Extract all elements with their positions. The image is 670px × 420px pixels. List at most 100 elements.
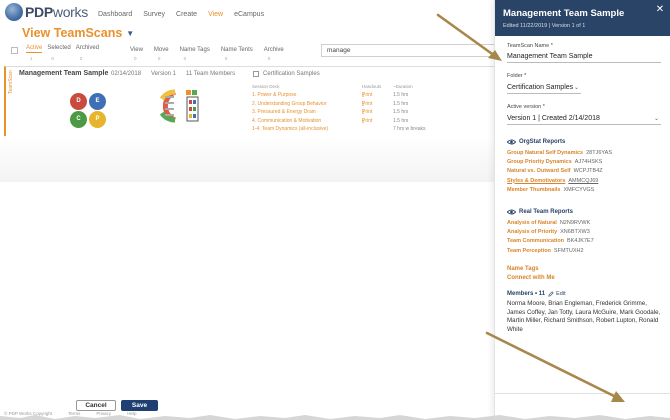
- session-row: 1-4. Team Dynamics (all-inclusive) 7 hrs…: [252, 126, 492, 135]
- members-list: Norma Moore, Brian Engleman, Frederick G…: [507, 300, 661, 333]
- certification-label: Certification Samples: [263, 71, 320, 77]
- eye-icon[interactable]: [507, 139, 516, 145]
- pencil-icon[interactable]: [548, 291, 554, 297]
- tab-selected[interactable]: Selected 0: [47, 45, 70, 61]
- card-title[interactable]: Management Team Sample: [19, 70, 108, 77]
- edit-teamscan-panel: Management Team Sample Edited 11/22/2019…: [494, 0, 670, 420]
- name-tags-link[interactable]: Name Tags: [507, 266, 539, 272]
- report-code: AMMCQJ69: [568, 177, 599, 184]
- top-bar: PDPworks Dashboard Survey Create View eC…: [0, 0, 494, 24]
- session-header: Session Deck Handouts ~Duration: [252, 84, 492, 92]
- nav-view[interactable]: View: [208, 11, 223, 18]
- orgstat-title: OrgStat Reports: [519, 139, 566, 145]
- active-version-value: Version 1 | Created 2/14/2018: [507, 115, 600, 122]
- action-view-label: View: [130, 47, 143, 53]
- action-view-count: 0: [134, 56, 137, 61]
- panel-header: Management Team Sample Edited 11/22/2019…: [495, 0, 670, 36]
- eye-icon[interactable]: [507, 209, 516, 215]
- download-icon: ⤓: [362, 109, 365, 115]
- report-link[interactable]: Styles & Demotivators: [507, 178, 565, 184]
- stacked-bars-icon[interactable]: [185, 88, 201, 124]
- logo-text: PDPworks: [25, 4, 88, 20]
- select-all-checkbox[interactable]: [11, 47, 18, 54]
- report-code: WCPJTB4Z: [573, 168, 603, 175]
- report-item: Member Thumbnails XMFCYVGS: [507, 187, 667, 196]
- save-button[interactable]: Save: [121, 400, 158, 411]
- report-code: BK4JK7E7: [567, 238, 594, 245]
- certification-checkbox[interactable]: [253, 71, 259, 77]
- action-move-label: Move: [153, 47, 169, 53]
- action-name-tags-label: Name Tags: [179, 47, 210, 53]
- action-archive[interactable]: Archive 0: [264, 47, 284, 61]
- teamscan-name-field[interactable]: Management Team Sample: [507, 52, 661, 63]
- torn-edge-decoration: [0, 415, 670, 420]
- session-duration: 1.5 hrs: [393, 100, 409, 107]
- report-item: Analysis of Natural N2N9RVWK: [507, 220, 667, 229]
- logo-brand: PDP: [25, 4, 53, 20]
- members-header: Members • 11 Edit: [507, 291, 566, 297]
- session-duration: 7 hrs w breaks: [393, 126, 426, 132]
- session-link[interactable]: 2. Understanding Group Behavior: [252, 101, 327, 107]
- session-duration: 1.5 hrs: [393, 117, 409, 124]
- tab-active[interactable]: Active 1: [26, 45, 43, 61]
- report-link[interactable]: Group Natural Self Dynamics: [507, 150, 583, 156]
- page-title-dropdown[interactable]: View TeamScans ▼: [22, 26, 134, 40]
- ohi-quadrant-graphic[interactable]: D E C P: [68, 91, 110, 131]
- connect-with-me-link[interactable]: Connect with Me: [507, 275, 555, 281]
- report-link[interactable]: Member Thumbnails: [507, 187, 560, 193]
- logo-globe-icon: [5, 3, 23, 21]
- close-icon[interactable]: ✕: [655, 5, 665, 15]
- report-link[interactable]: Team Communication: [507, 238, 564, 244]
- action-name-tents-count: 0: [224, 56, 228, 61]
- report-link[interactable]: Analysis of Priority: [507, 229, 557, 235]
- tab-active-label: Active: [26, 45, 43, 51]
- action-name-tents-label: Name Tents: [220, 47, 253, 53]
- report-link[interactable]: Analysis of Natural: [507, 220, 557, 226]
- logo-suffix: works: [52, 4, 88, 20]
- nav-dashboard[interactable]: Dashboard: [98, 11, 132, 18]
- real-team-section-header: Real Team Reports: [507, 209, 573, 215]
- action-name-tents[interactable]: Name Tents 0: [220, 47, 253, 61]
- action-name-tags[interactable]: Name Tags 0: [179, 47, 210, 61]
- active-version-label: Active version *: [507, 104, 545, 110]
- report-link[interactable]: Team Perception: [507, 248, 551, 254]
- report-link[interactable]: Group Priority Dynamics: [507, 159, 572, 165]
- ohi-p: P: [89, 111, 106, 128]
- report-code: 28TJ6YAS: [586, 150, 612, 156]
- session-link[interactable]: 1-4. Team Dynamics (all-inclusive): [252, 126, 328, 132]
- cancel-button[interactable]: Cancel: [76, 400, 116, 411]
- action-archive-count: 0: [267, 56, 271, 61]
- action-move-count: 0: [157, 56, 161, 61]
- caret-down-icon: ▼: [126, 28, 135, 38]
- session-row: 1. Power & Purpose Print ⤓ 1.5 hrs: [252, 92, 492, 101]
- tab-selected-count: 0: [51, 56, 54, 61]
- nav-ecampus[interactable]: eCampus: [234, 11, 264, 18]
- pdpworks-logo[interactable]: PDPworks: [5, 3, 88, 21]
- report-code: XMFCYVGS: [563, 186, 595, 193]
- session-deck-table: Session Deck Handouts ~Duration 1. Power…: [252, 84, 492, 135]
- main-nav: Dashboard Survey Create View eCampus: [98, 11, 275, 18]
- nav-survey[interactable]: Survey: [143, 11, 165, 18]
- donut-chart-icon[interactable]: [155, 88, 181, 124]
- report-item: Team Perception SFMTUXH2: [507, 248, 667, 257]
- session-header-duration: ~Duration: [393, 84, 413, 89]
- panel-subtitle: Edited 11/22/2019 | Version 1 of 1: [503, 23, 586, 29]
- action-view[interactable]: View 0: [130, 47, 143, 61]
- orgstat-section-header: OrgStat Reports: [507, 139, 565, 145]
- session-link[interactable]: 4. Communication & Motivation: [252, 118, 321, 124]
- report-link[interactable]: Natural vs. Outward Self: [507, 168, 571, 174]
- session-link[interactable]: 3. Pressured & Energy Drain: [252, 109, 316, 115]
- tab-archived[interactable]: Archived 2: [75, 45, 100, 61]
- teamscans-page: PDPworks Dashboard Survey Create View eC…: [0, 0, 494, 420]
- active-version-select[interactable]: Version 1 | Created 2/14/2018 ⌄: [507, 114, 661, 125]
- search-input[interactable]: [321, 44, 494, 57]
- tab-archived-label: Archived: [75, 45, 100, 51]
- edit-members-link[interactable]: Edit: [556, 291, 565, 297]
- folder-select[interactable]: Certification Samples ⌄: [507, 83, 581, 94]
- report-code: N2N9RVWK: [559, 220, 591, 226]
- session-duration: 1.5 hrs: [393, 92, 409, 98]
- session-link[interactable]: 1. Power & Purpose: [252, 92, 296, 98]
- card-side-label: TeamScan: [8, 70, 14, 94]
- nav-create[interactable]: Create: [176, 11, 197, 18]
- action-move[interactable]: Move 0: [153, 47, 169, 61]
